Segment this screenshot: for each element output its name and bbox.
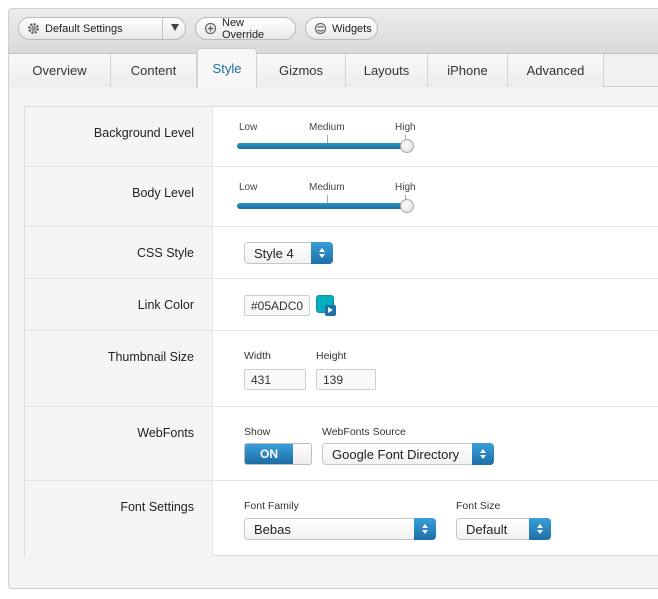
font-size-label: Font Size [456,500,501,512]
background-level-label: Background Level [93,126,194,140]
color-picker-swatch[interactable] [316,295,336,316]
font-size-select[interactable]: Default [456,518,551,540]
play-icon [325,305,336,316]
new-override-button[interactable]: New Override [195,16,296,41]
tab-advanced[interactable]: Advanced [508,54,604,87]
webfonts-source-value: Google Font Directory [332,446,460,462]
link-color-input[interactable] [244,295,310,316]
override-icon [204,22,217,35]
show-label: Show [244,426,271,438]
webfonts-show-toggle[interactable]: ON [244,443,312,465]
slider-tick-medium: Medium [309,182,345,193]
tab-iphone[interactable]: iPhone [428,54,508,87]
font-settings-label: Font Settings [120,500,194,514]
tab-bar: Overview Content Style Gizmos Layouts iP… [9,48,658,88]
tab-gizmos[interactable]: Gizmos [257,54,346,87]
slider-track [237,203,407,209]
font-family-label: Font Family [244,500,299,512]
width-label: Width [244,350,271,362]
row-body-level: Body Level Low Medium High [25,167,658,227]
select-arrows-icon [311,242,333,264]
row-css-style: CSS Style Style 4 [25,227,658,279]
row-thumbnail-size: Thumbnail Size Width Height [25,331,658,407]
select-arrows-icon [472,443,494,465]
css-style-value: Style 4 [254,245,294,261]
thumbnail-width-input[interactable] [244,369,306,390]
slider-tick-high: High [395,122,416,133]
body-level-label: Body Level [132,186,194,200]
settings-dropdown[interactable]: Default Settings [18,17,186,40]
row-font-settings: Font Settings Font Family Font Size Beba… [25,481,658,556]
chevron-down-icon [171,24,179,31]
height-label: Height [316,350,347,362]
toolbar: Default Settings New Override Widgets [9,9,658,54]
style-settings-table: Background Level Low Medium High Body Le… [24,106,658,556]
slider-handle[interactable] [400,139,414,153]
widgets-button[interactable]: Widgets [305,17,378,40]
tab-overview[interactable]: Overview [9,54,111,87]
webfonts-source-label: WebFonts Source [322,426,406,438]
body-level-slider[interactable]: Low Medium High [237,177,419,217]
widgets-icon [314,22,327,35]
tab-layouts[interactable]: Layouts [346,54,428,87]
slider-tick-mark [327,195,328,203]
css-style-select[interactable]: Style 4 [244,242,333,264]
thumbnail-height-input[interactable] [316,369,376,390]
settings-panel: Default Settings New Override Widgets Ov… [8,8,658,589]
dropdown-separator [162,18,163,39]
slider-tick-mark [327,135,328,143]
slider-tick-high: High [395,182,416,193]
slider-tick-medium: Medium [309,122,345,133]
select-arrows-icon [529,518,551,540]
row-link-color: Link Color [25,279,658,331]
toggle-on-label: ON [245,444,293,464]
slider-track [237,143,407,149]
tab-style[interactable]: Style [197,48,257,88]
webfonts-label: WebFonts [137,426,194,440]
settings-dropdown-label: Default Settings [45,22,123,35]
row-background-level: Background Level Low Medium High [25,107,658,167]
font-family-value: Bebas [254,521,291,537]
slider-tick-low: Low [239,182,258,193]
css-style-label: CSS Style [137,246,194,260]
font-size-value: Default [466,521,508,537]
new-override-label: New Override [222,16,265,41]
row-webfonts: WebFonts Show WebFonts Source ON Google … [25,407,658,481]
font-family-select[interactable]: Bebas [244,518,436,540]
gear-icon [27,22,40,35]
slider-tick-low: Low [239,122,258,133]
background-level-slider[interactable]: Low Medium High [237,117,419,157]
webfonts-source-select[interactable]: Google Font Directory [322,443,494,465]
select-arrows-icon [414,518,436,540]
slider-handle[interactable] [400,199,414,213]
widgets-label: Widgets [332,22,372,35]
thumbnail-size-label: Thumbnail Size [107,350,194,364]
link-color-label: Link Color [137,298,194,312]
tab-content[interactable]: Content [111,54,197,87]
